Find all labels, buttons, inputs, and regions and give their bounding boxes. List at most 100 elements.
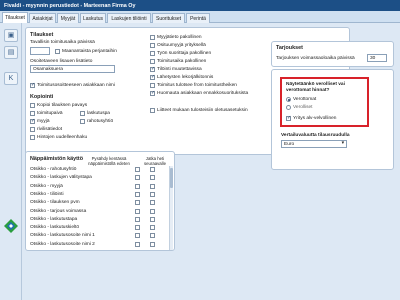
option-checkbox-5[interactable] bbox=[150, 74, 155, 80]
myyja-label: myyjä bbox=[37, 119, 50, 124]
yritys-alv-checkbox[interactable] bbox=[286, 115, 291, 121]
row-next-checkbox[interactable] bbox=[150, 183, 155, 189]
table-row: Otsikko - laskutuskieltö bbox=[30, 224, 166, 232]
row-next-checkbox[interactable] bbox=[150, 208, 155, 214]
row-stop-checkbox[interactable] bbox=[135, 167, 140, 172]
table-row: Otsikko - tiliöinti bbox=[30, 191, 166, 199]
row-label: Otsikko - laskutusosoite nimi 2 bbox=[30, 241, 95, 247]
row-next-checkbox[interactable] bbox=[150, 175, 155, 181]
row-stop-checkbox[interactable] bbox=[135, 208, 140, 214]
table-row: Otsikko - laskutusosoite nimi 1 bbox=[30, 232, 166, 240]
nappaimisto-list: Otsikko - rahotusyhtiö Otsikko - laskuje… bbox=[30, 166, 166, 250]
window-title: Fivaldi - myynnin perustiedot - Marteena… bbox=[0, 0, 400, 11]
row-stop-checkbox[interactable] bbox=[135, 233, 140, 239]
row-label: Otsikko - rahotusyhtiö bbox=[30, 167, 77, 172]
myyja-checkbox[interactable] bbox=[30, 118, 35, 124]
rivilisatiedot-checkbox[interactable] bbox=[30, 127, 35, 132]
table-row: Otsikko - tilauksen pvm bbox=[30, 199, 166, 207]
row-stop-checkbox[interactable] bbox=[135, 225, 140, 231]
tab-laskutus[interactable]: Laskutus bbox=[80, 13, 106, 23]
liitteet-checkbox[interactable] bbox=[150, 108, 155, 113]
laskutuspa-checkbox[interactable] bbox=[80, 111, 85, 116]
tab-myyjat[interactable]: Myyjät bbox=[57, 13, 79, 23]
new-document-icon[interactable]: ▤ bbox=[4, 46, 18, 59]
due-input[interactable] bbox=[30, 47, 50, 55]
maanantai-checkbox[interactable] bbox=[55, 49, 60, 54]
option-checkbox-2[interactable] bbox=[150, 51, 155, 56]
row-label: Otsikko - laskutustapa bbox=[30, 216, 78, 222]
hintojen-label: Hintojen uudelleenhaku bbox=[37, 135, 88, 140]
row-label: Otsikko - tilauksen pvm bbox=[30, 200, 80, 206]
logo-icon bbox=[3, 218, 19, 234]
option-label-6: Toimitus tulotsee from toimitustheiken bbox=[157, 83, 237, 88]
toimitupaiva-label: toimitupaivä bbox=[37, 111, 63, 116]
scrollbar-thumb[interactable] bbox=[170, 168, 173, 188]
row-stop-checkbox[interactable] bbox=[135, 183, 140, 189]
col2-header: Jatka heti seuraavalle bbox=[144, 156, 166, 166]
rahotusyhtio-label: rahotusyhtiö bbox=[87, 119, 114, 124]
table-row: Otsikko - laskutusosoite nimi 2 bbox=[30, 241, 166, 249]
chevron-down-icon: ▾ bbox=[341, 141, 344, 146]
nappaimisto-title: Näppäimistön käyttö bbox=[30, 156, 84, 162]
kopiointi-title: Kopiointi bbox=[30, 94, 54, 100]
currency-select[interactable]: Euro ▾ bbox=[281, 140, 347, 148]
table-row: Otsikko - tarjous voimassa bbox=[30, 208, 166, 216]
toimitusosoite-checkbox[interactable] bbox=[30, 82, 35, 88]
nappaimisto-panel: Näppäimistön käyttö Pysähdy kentässä näp… bbox=[25, 151, 175, 251]
tab-tilaukset[interactable]: Tilaukset bbox=[2, 12, 28, 23]
kopioi-pavays-label: Kopioi tilauksen pavays bbox=[37, 103, 88, 108]
row-next-checkbox[interactable] bbox=[150, 216, 155, 222]
row-label: Otsikko - tiliöinti bbox=[30, 191, 64, 197]
tilaukset-title: Tilaukset bbox=[30, 32, 54, 38]
tab-perinta[interactable]: Perintä bbox=[186, 13, 210, 23]
row-next-checkbox[interactable] bbox=[150, 191, 155, 197]
option-label-1: Osituumyyjä yrityksellä bbox=[157, 43, 206, 48]
toimitusosoite-label: Toimitusosoitteeseen asiakkaan nimi bbox=[37, 83, 115, 88]
option-checkbox-6[interactable] bbox=[150, 83, 155, 88]
row-stop-checkbox[interactable] bbox=[135, 241, 140, 247]
save-icon[interactable]: ▣ bbox=[4, 29, 18, 42]
option-checkbox-4[interactable] bbox=[150, 66, 155, 72]
tab-laskujen-tilointi[interactable]: Laskujen tiliöinti bbox=[107, 13, 151, 23]
tarjoukset-input[interactable]: 30 bbox=[367, 54, 387, 62]
toimitupaiva-checkbox[interactable] bbox=[30, 111, 35, 116]
address-input[interactable]: Osamaksuera bbox=[30, 65, 115, 73]
row-next-checkbox[interactable] bbox=[150, 241, 155, 247]
verottomat-radio[interactable] bbox=[286, 97, 291, 102]
option-checkbox-7[interactable] bbox=[150, 90, 155, 96]
verolliset-label: Verolliset bbox=[293, 105, 313, 110]
left-toolbar: ▣ ▤ K bbox=[0, 23, 22, 300]
tab-bar: Tilaukset Asiakirjat Myyjät Laskutus Las… bbox=[0, 11, 400, 23]
option-checkbox-0[interactable] bbox=[150, 35, 155, 40]
tab-suoritukset[interactable]: Suoritukset bbox=[152, 13, 185, 23]
row-next-checkbox[interactable] bbox=[150, 225, 155, 231]
key-icon[interactable]: K bbox=[4, 72, 18, 85]
verolliset-radio[interactable] bbox=[286, 105, 291, 110]
hintojen-checkbox[interactable] bbox=[30, 135, 35, 140]
row-next-checkbox[interactable] bbox=[150, 233, 155, 239]
row-next-checkbox[interactable] bbox=[150, 167, 155, 172]
row-next-checkbox[interactable] bbox=[150, 200, 155, 206]
liitteet-label: Liitteet mukaan tulosteisiin oletusasetu… bbox=[157, 108, 248, 113]
kopioi-pavays-checkbox[interactable] bbox=[30, 103, 35, 108]
row-stop-checkbox[interactable] bbox=[135, 200, 140, 206]
option-checkbox-3[interactable] bbox=[150, 59, 155, 64]
list-scrollbar[interactable] bbox=[169, 166, 173, 250]
row-stop-checkbox[interactable] bbox=[135, 216, 140, 222]
option-checkbox-1[interactable] bbox=[150, 43, 155, 48]
option-label-3: Toimitusaika pakollinen bbox=[157, 59, 207, 64]
rahotusyhtio-checkbox[interactable] bbox=[80, 119, 85, 124]
tarjoukset-title: Tarjoukset bbox=[276, 45, 303, 51]
content-area: Tilaukset Tavallisin toimitusaika päivis… bbox=[22, 23, 400, 300]
table-row: Otsikko - rahotusyhtiö bbox=[30, 166, 166, 174]
currency-value: Euro bbox=[284, 142, 295, 147]
option-label-5: Lähetysten lekorjälkitonnis bbox=[157, 75, 214, 80]
table-row: Otsikko - myyjä bbox=[30, 183, 166, 191]
row-label: Otsikko - tarjous voimassa bbox=[30, 208, 87, 214]
tab-asiakirjat[interactable]: Asiakirjat bbox=[29, 13, 56, 23]
tarjoukset-label: Tarjouksen voimassaoloaika päivissä bbox=[276, 56, 355, 61]
row-label: Otsikko - myyjä bbox=[30, 183, 63, 189]
row-stop-checkbox[interactable] bbox=[135, 191, 140, 197]
row-stop-checkbox[interactable] bbox=[135, 175, 140, 181]
col1-header: Pysähdy kentässä näppäimistöllä edeten bbox=[88, 156, 130, 166]
